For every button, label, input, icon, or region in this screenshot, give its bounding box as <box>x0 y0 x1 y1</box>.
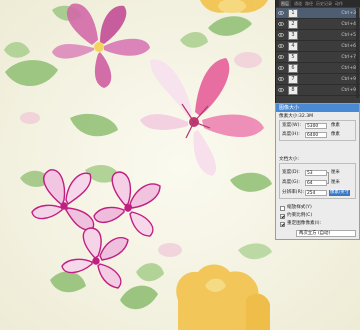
layer-thumbnail: 2 <box>288 19 298 29</box>
layer-row[interactable]: 7 Ctrl+9 <box>276 74 360 85</box>
scale-styles-label: 缩放样式(Y) <box>287 205 312 210</box>
eye-icon[interactable] <box>278 87 284 93</box>
eye-icon[interactable] <box>278 10 284 16</box>
pixel-width-field[interactable]: 5300 <box>305 123 327 129</box>
layer-thumbnail: 8 <box>288 85 298 95</box>
eye-icon[interactable] <box>278 65 284 71</box>
eye-icon[interactable] <box>278 43 284 49</box>
tab-paths[interactable]: 路径 <box>305 0 313 7</box>
layer-row[interactable]: 1 Ctrl+3 <box>276 8 360 19</box>
layer-shortcut: Ctrl+8 <box>341 65 356 71</box>
dialog-title[interactable]: 图像大小 <box>276 104 359 112</box>
layers-scrollbar[interactable] <box>356 8 359 98</box>
layer-thumbnail: 3 <box>288 30 298 40</box>
image-size-dialog: 图像大小 像素大小:32.3M 宽度(W): 5300 像素 高度(H): 64… <box>275 103 360 240</box>
resolution-label: 分辨率(R): <box>282 190 305 195</box>
layer-row[interactable]: 5 Ctrl+7 <box>276 52 360 63</box>
layer-thumbnail: 5 <box>288 52 298 62</box>
layer-shortcut: Ctrl+4 <box>341 21 356 27</box>
layer-row[interactable]: 3 Ctrl+5 <box>276 30 360 41</box>
link-chain-icon <box>327 172 329 184</box>
doc-height-field[interactable]: 64 <box>305 180 327 186</box>
resample-checkbox[interactable] <box>280 222 285 227</box>
tab-history[interactable]: 历史记录 <box>316 0 332 7</box>
layer-row[interactable]: 6 Ctrl+8 <box>276 63 360 74</box>
layer-shortcut: Ctrl+3 <box>341 10 356 16</box>
pixel-width-unit[interactable]: 像素 <box>331 123 340 129</box>
tab-channels[interactable]: 通道 <box>294 0 302 7</box>
doc-width-label: 宽度(D): <box>282 170 300 175</box>
scale-styles-checkbox[interactable] <box>280 206 285 211</box>
layers-panel: 图层 通道 路径 历史记录 动作 1 Ctrl+3 2 Ctrl+4 3 Ctr… <box>275 0 360 103</box>
layer-row[interactable]: 2 Ctrl+4 <box>276 19 360 30</box>
constrain-checkbox[interactable] <box>280 214 285 219</box>
resample-label: 重定图像像素(I): <box>287 221 322 226</box>
layer-shortcut: Ctrl+9 <box>341 87 356 93</box>
layer-shortcut: Ctrl+9 <box>341 76 356 82</box>
height-label: 高度(H): <box>282 132 300 137</box>
eye-icon[interactable] <box>278 21 284 27</box>
eye-icon[interactable] <box>278 54 284 60</box>
eye-icon[interactable] <box>278 76 284 82</box>
layer-thumbnail: 6 <box>288 63 298 73</box>
layer-shortcut: Ctrl+7 <box>341 54 356 60</box>
width-label: 宽度(W): <box>282 123 301 128</box>
layer-thumbnail: 7 <box>288 74 298 84</box>
doc-width-unit[interactable]: 厘米 <box>331 170 340 176</box>
pixel-height-field[interactable]: 6400 <box>305 132 327 138</box>
layers-panel-tabs: 图层 通道 路径 历史记录 动作 <box>276 0 360 7</box>
layer-thumbnail: 1 <box>288 8 298 18</box>
tab-layers[interactable]: 图层 <box>279 0 291 7</box>
eye-icon[interactable] <box>278 32 284 38</box>
resolution-unit[interactable]: 像素/英寸 <box>329 190 351 196</box>
resolution-field[interactable]: 254 <box>305 190 327 196</box>
layer-row[interactable]: 4 Ctrl+6 <box>276 41 360 52</box>
constrain-label: 约束比例(C) <box>287 213 313 218</box>
layer-shortcut: Ctrl+5 <box>341 32 356 38</box>
layer-row[interactable]: 8 Ctrl+9 <box>276 85 360 96</box>
doc-width-field[interactable]: 53 <box>305 170 327 176</box>
resample-method-select[interactable]: 两次立方 (自动) <box>296 230 356 237</box>
doc-height-unit[interactable]: 厘米 <box>331 180 340 186</box>
layer-shortcut: Ctrl+6 <box>341 43 356 49</box>
tab-actions[interactable]: 动作 <box>335 0 343 7</box>
doc-height-label: 高度(G): <box>282 180 300 185</box>
layer-thumbnail: 4 <box>288 41 298 51</box>
pixel-height-unit[interactable]: 像素 <box>331 132 340 138</box>
